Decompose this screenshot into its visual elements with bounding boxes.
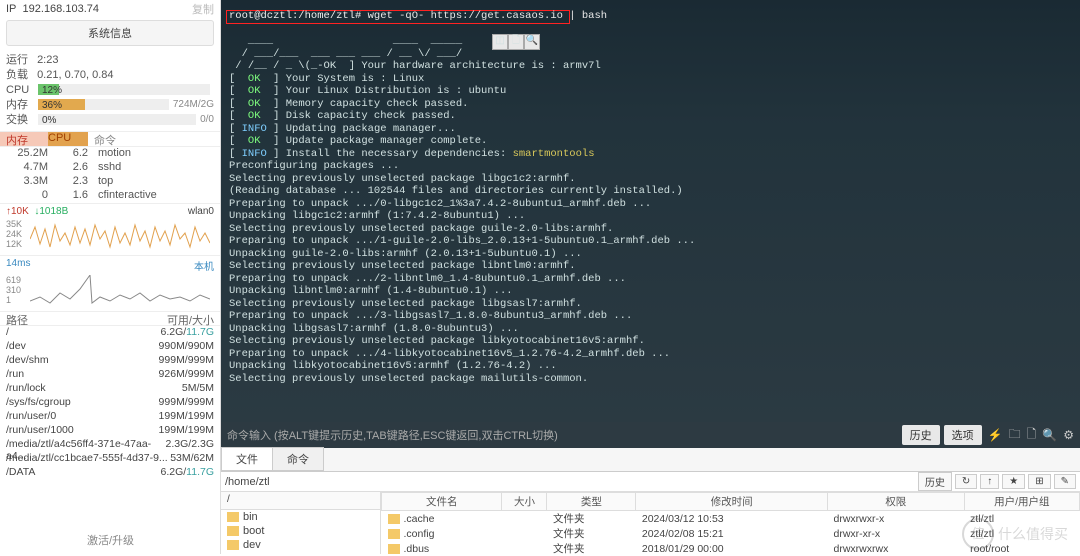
swap-bar: 0% [38, 114, 196, 125]
ip-addr: 192.168.103.74 [23, 3, 99, 15]
up-icon[interactable]: ↑ [980, 474, 999, 489]
path-list: /6.2G/11.7G/dev990M/990M/dev/shm999M/999… [0, 325, 220, 480]
copy-button[interactable]: 复制 [192, 1, 214, 17]
copy-icon[interactable]: 🗋 [1027, 425, 1037, 446]
gear-icon[interactable]: ⚙ [1063, 428, 1074, 442]
sysinfo-button[interactable]: 系统信息 [6, 20, 214, 46]
path-header: 路径可用/大小 [0, 311, 220, 325]
path-row[interactable]: /sys/fs/cgroup999M/999M [0, 396, 220, 410]
star-icon[interactable]: ★ [1002, 474, 1025, 489]
uptime-value: 2:23 [37, 52, 58, 68]
path-row[interactable]: /DATA6.2G/11.7G [0, 466, 220, 480]
command-input-bar: 命令输入 (按ALT键提示历史,TAB键路径,ESC键返回,双击CTRL切换) … [221, 422, 1080, 448]
load-value: 0.21, 0.70, 0.84 [37, 67, 113, 83]
system-stats: 运行 2:23 负载 0.21, 0.70, 0.84 CPU 12% 内存 36%… [0, 48, 220, 131]
net-chart-1: ↑10K ↓1018Bwlan0 35K24K12K [0, 203, 220, 255]
grid-icon[interactable]: ⊞ [1028, 474, 1050, 489]
host-select[interactable]: 本机 [194, 258, 214, 273]
proc-row[interactable]: 01.6cfinteractive [0, 189, 220, 203]
path-bar: /home/ztl 历史 ↻ ↑ ★ ⊞ ✎ [221, 472, 1080, 492]
bolt-icon[interactable]: ⚡ [988, 428, 1003, 442]
current-path[interactable]: /home/ztl [225, 476, 915, 488]
dir-item[interactable]: bin [221, 510, 380, 524]
path-row[interactable]: /media/ztl/a4c56ff4-371e-47aa-a4...2.3G/… [0, 438, 220, 452]
cpu-bar: 12% [38, 84, 210, 95]
proc-list: 25.2M6.2motion4.7M2.6sshd3.3M2.3top01.6c… [0, 147, 220, 203]
tab-file[interactable]: 文件 [221, 447, 273, 471]
file-tabs: 文件 命令 [221, 448, 1080, 472]
watermark: 值什么值得买 [950, 514, 1080, 554]
cpu-label: CPU [6, 82, 34, 98]
proc-row[interactable]: 4.7M2.6sshd [0, 161, 220, 175]
edit-icon[interactable]: ✎ [1054, 474, 1076, 489]
folder-icon [227, 540, 239, 550]
path-row[interactable]: /run/user/1000199M/199M [0, 424, 220, 438]
activate-link[interactable]: 激活/升级 [0, 532, 221, 548]
swap-right: 0/0 [200, 112, 214, 128]
tab-cmd[interactable]: 命令 [272, 447, 324, 471]
history-button[interactable]: 历史 [902, 425, 940, 445]
folder-icon [388, 544, 400, 554]
folder-icon[interactable]: 🗀 [1009, 425, 1021, 446]
search-icon[interactable]: 🔍 [1042, 428, 1057, 442]
load-label: 负载 [6, 67, 34, 83]
options-button[interactable]: 选项 [944, 425, 982, 445]
terminal[interactable]: ◫ 🗋 🔍 root@dcztl:/home/ztl# wget -qO- ht… [221, 0, 1080, 422]
mem-label: 内存 [6, 97, 34, 113]
mem-bar: 36% [38, 99, 169, 110]
path-row[interactable]: /dev/shm999M/999M [0, 354, 220, 368]
main-panel: ◫ 🗋 🔍 root@dcztl:/home/ztl# wget -qO- ht… [221, 0, 1080, 554]
folder-icon [227, 512, 239, 522]
proc-row[interactable]: 25.2M6.2motion [0, 147, 220, 161]
terminal-output: root@dcztl:/home/ztl# wget -qO- https://… [229, 10, 1072, 410]
left-sidebar: IP 192.168.103.74 复制 系统信息 运行 2:23 负载 0.2… [0, 0, 221, 554]
path-row[interactable]: /media/ztl/cc1bcae7-555f-4d37-9...53M/62… [0, 452, 220, 466]
command-input[interactable]: 命令输入 (按ALT键提示历史,TAB键路径,ESC键返回,双击CTRL切换) [227, 427, 898, 443]
iface-select[interactable]: wlan0 [188, 206, 214, 217]
folder-icon [388, 529, 400, 539]
proc-header: 内存 CPU 命令 [0, 131, 220, 147]
dir-item[interactable]: boot [221, 524, 380, 538]
ip-label: IP [6, 3, 16, 15]
folder-icon [388, 514, 400, 524]
mem-right: 724M/2G [173, 97, 214, 113]
refresh-icon[interactable]: ↻ [955, 474, 977, 489]
dir-item[interactable]: dev [221, 538, 380, 552]
dir-tree[interactable]: / binbootdev [221, 492, 381, 554]
path-row[interactable]: /6.2G/11.7G [0, 326, 220, 340]
path-row[interactable]: /run/lock5M/5M [0, 382, 220, 396]
path-row[interactable]: /run926M/999M [0, 368, 220, 382]
path-history-button[interactable]: 历史 [918, 472, 952, 491]
proc-row[interactable]: 3.3M2.3top [0, 175, 220, 189]
ip-row: IP 192.168.103.74 复制 [0, 0, 220, 18]
path-row[interactable]: /dev990M/990M [0, 340, 220, 354]
folder-icon [227, 526, 239, 536]
net-chart-2: 14ms本机 6193101 [0, 255, 220, 311]
path-row[interactable]: /run/user/0199M/199M [0, 410, 220, 424]
swap-label: 交换 [6, 112, 34, 128]
uptime-label: 运行 [6, 52, 34, 68]
